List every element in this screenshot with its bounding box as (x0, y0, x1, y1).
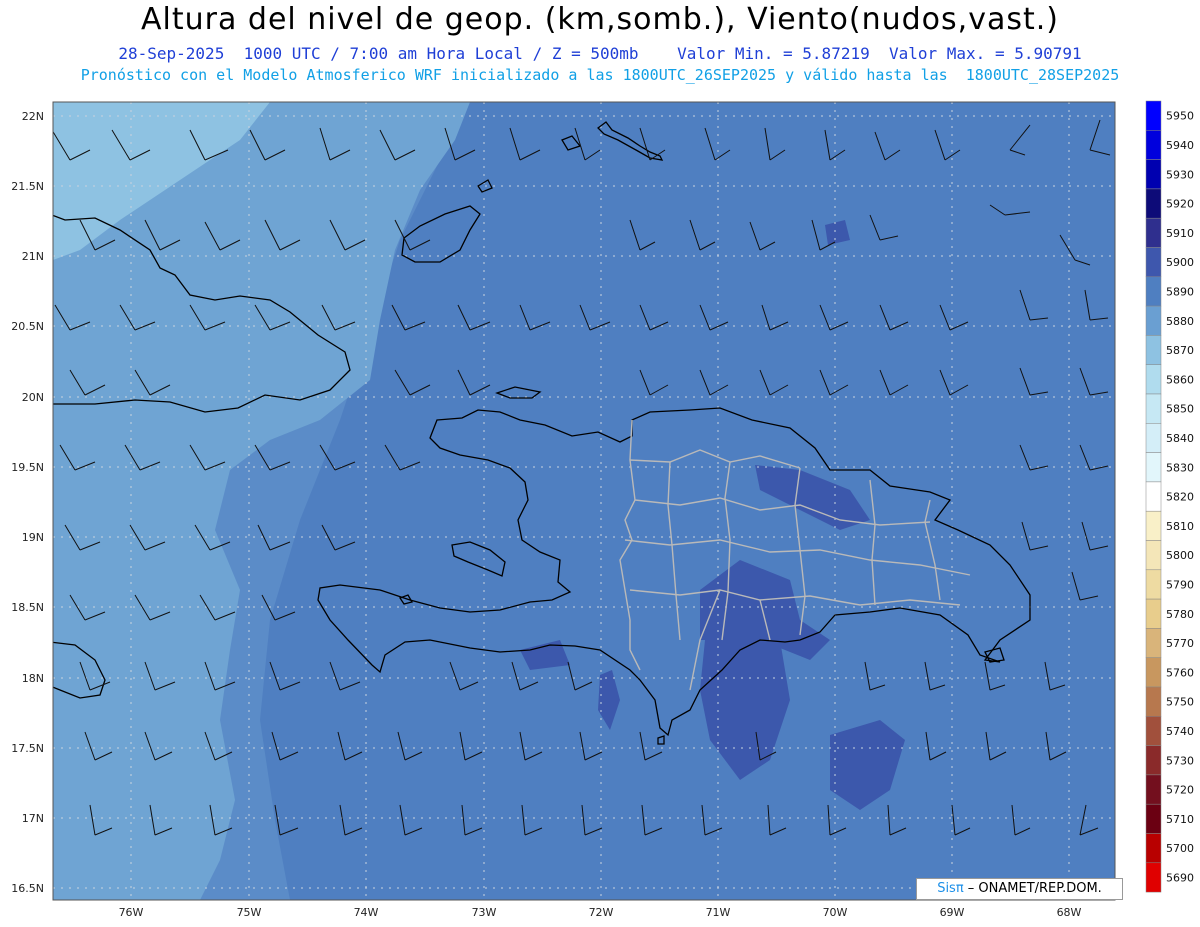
colorbar-label: 5830 (1166, 461, 1194, 474)
brand-sis: Sis (937, 881, 956, 896)
lon-label: 71W (706, 906, 731, 919)
colorbar-label: 5690 (1166, 871, 1194, 884)
colorbar-label: 5760 (1166, 666, 1194, 679)
colorbar-swatch (1145, 335, 1162, 365)
latitude-axis: 22N 21.5N 21N 20.5N 20N 19.5N 19N 18.5N … (11, 110, 44, 895)
colorbar-swatch (1145, 217, 1162, 248)
colorbar-label: 5750 (1166, 696, 1194, 709)
colorbar-label: 5710 (1166, 813, 1194, 826)
colorbar-label: 5910 (1166, 227, 1194, 240)
lat-label: 21.5N (11, 180, 44, 193)
geopotential-field (53, 102, 1115, 900)
colorbar-swatch (1145, 247, 1162, 278)
lat-label: 19N (22, 531, 44, 544)
colorbar-swatch (1145, 452, 1162, 483)
lat-label: 19.5N (11, 461, 44, 474)
lat-label: 17.5N (11, 742, 44, 755)
lat-label: 18.5N (11, 601, 44, 614)
colorbar-label: 5940 (1166, 139, 1194, 152)
colorbar-swatch (1145, 803, 1162, 834)
colorbar-label: 5740 (1166, 725, 1194, 738)
colorbar-label: 5800 (1166, 549, 1194, 562)
lon-label: 72W (589, 906, 614, 919)
colorbar-label: 5860 (1166, 373, 1194, 386)
colorbar-label: 5890 (1166, 285, 1194, 298)
colorbar-label: 5880 (1166, 315, 1194, 328)
longitude-axis: 76W 75W 74W 73W 72W 71W 70W 69W 68W (119, 906, 1082, 919)
colorbar-swatch (1145, 305, 1162, 336)
colorbar-label: 5920 (1166, 198, 1194, 211)
colorbar-swatch (1145, 100, 1162, 131)
colorbar-swatch (1145, 188, 1162, 219)
lat-label: 16.5N (11, 882, 44, 895)
credit-box: Sisπ – ONAMET/REP.DOM. (916, 878, 1123, 900)
lat-label: 20N (22, 391, 44, 404)
colorbar-swatch (1145, 628, 1162, 658)
colorbar-swatch (1145, 598, 1162, 629)
colorbar-swatch (1145, 774, 1162, 805)
colorbar-label: 5770 (1166, 637, 1194, 650)
colorbar-swatch (1145, 364, 1162, 395)
lat-label: 22N (22, 110, 44, 123)
colorbar-swatch (1145, 862, 1162, 893)
colorbar-swatch (1145, 130, 1162, 160)
credit-text: – ONAMET/REP.DOM. (963, 881, 1102, 896)
geopotential-map: 22N 21.5N 21N 20.5N 20N 19.5N 19N 18.5N … (11, 100, 1194, 919)
colorbar-swatch (1145, 569, 1162, 600)
lon-label: 68W (1057, 906, 1082, 919)
colorbar-label: 5790 (1166, 578, 1194, 591)
colorbar: 5950 5940 5930 5920 5910 5900 5890 5880 5870 5860… (1145, 100, 1194, 893)
colorbar-swatch (1145, 276, 1162, 307)
colorbar-swatch (1145, 481, 1162, 512)
colorbar-label: 5810 (1166, 520, 1194, 533)
colorbar-swatch (1145, 657, 1162, 688)
colorbar-label: 5900 (1166, 256, 1194, 269)
colorbar-label: 5720 (1166, 784, 1194, 797)
colorbar-swatch (1145, 540, 1162, 571)
colorbar-label: 5780 (1166, 608, 1194, 621)
lon-label: 73W (472, 906, 497, 919)
lon-label: 75W (237, 906, 262, 919)
colorbar-swatch (1145, 833, 1162, 864)
lon-label: 76W (119, 906, 144, 919)
colorbar-swatch (1145, 510, 1162, 541)
lat-label: 18N (22, 672, 44, 685)
colorbar-swatch (1145, 423, 1162, 453)
brand-pi: π (955, 881, 964, 896)
colorbar-swatch (1145, 716, 1162, 746)
colorbar-swatch (1145, 159, 1162, 190)
lat-label: 20.5N (11, 320, 44, 333)
lon-label: 69W (940, 906, 965, 919)
lon-label: 70W (823, 906, 848, 919)
colorbar-label: 5700 (1166, 842, 1194, 855)
colorbar-label: 5950 (1166, 110, 1194, 123)
colorbar-swatch (1145, 686, 1162, 717)
colorbar-label: 5930 (1166, 168, 1194, 181)
colorbar-swatch (1145, 393, 1162, 424)
lat-label: 17N (22, 812, 44, 825)
colorbar-label: 5870 (1166, 344, 1194, 357)
colorbar-label: 5730 (1166, 754, 1194, 767)
colorbar-label: 5850 (1166, 403, 1194, 416)
lon-label: 74W (354, 906, 379, 919)
lat-label: 21N (22, 250, 44, 263)
colorbar-swatch (1145, 745, 1162, 776)
colorbar-label: 5840 (1166, 432, 1194, 445)
colorbar-label: 5820 (1166, 491, 1194, 504)
